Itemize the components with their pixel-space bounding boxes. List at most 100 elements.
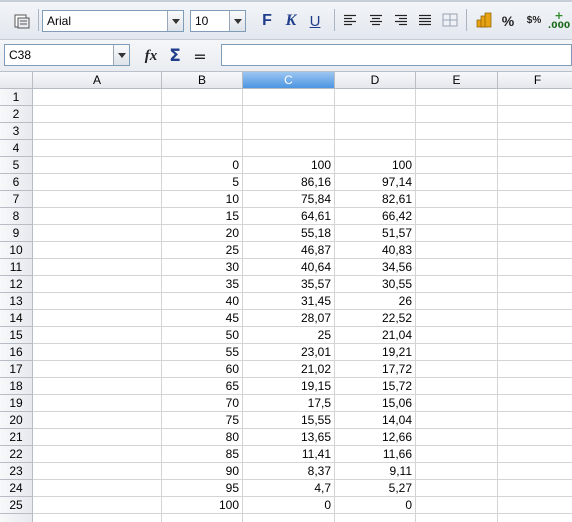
cell-c13[interactable]: 31,45 bbox=[243, 293, 335, 310]
cell-d10[interactable]: 40,83 bbox=[335, 242, 416, 259]
align-left-icon[interactable] bbox=[342, 12, 358, 28]
row-header-13[interactable]: 13 bbox=[0, 293, 33, 310]
cell-b22[interactable]: 85 bbox=[162, 446, 243, 463]
row-header-24[interactable]: 24 bbox=[0, 480, 33, 497]
cell-c23[interactable]: 8,37 bbox=[243, 463, 335, 480]
cell-a23[interactable] bbox=[33, 463, 162, 480]
font-name-dropdown-icon[interactable] bbox=[167, 11, 183, 31]
row-header-22[interactable]: 22 bbox=[0, 446, 33, 463]
cell-c5[interactable]: 100 bbox=[243, 157, 335, 174]
cell-d24[interactable]: 5,27 bbox=[335, 480, 416, 497]
select-all-corner[interactable] bbox=[0, 72, 33, 89]
bold-button[interactable]: F bbox=[258, 11, 276, 31]
column-header-d[interactable]: D bbox=[335, 72, 416, 89]
cell-b23[interactable]: 90 bbox=[162, 463, 243, 480]
cell-d3[interactable] bbox=[335, 123, 416, 140]
cell-f1[interactable] bbox=[498, 89, 572, 106]
cell-e7[interactable] bbox=[416, 191, 498, 208]
cell-c24[interactable]: 4,7 bbox=[243, 480, 335, 497]
cell-b15[interactable]: 50 bbox=[162, 327, 243, 344]
cell-a14[interactable] bbox=[33, 310, 162, 327]
cell-d13[interactable]: 26 bbox=[335, 293, 416, 310]
function-wizard-icon[interactable]: fx bbox=[140, 45, 162, 67]
cell-c10[interactable]: 46,87 bbox=[243, 242, 335, 259]
row-header-25[interactable]: 25 bbox=[0, 497, 33, 514]
cell-f23[interactable] bbox=[498, 463, 572, 480]
underline-button[interactable]: U bbox=[306, 11, 324, 31]
cell-e19[interactable] bbox=[416, 395, 498, 412]
cell-d8[interactable]: 66,42 bbox=[335, 208, 416, 225]
cell-f10[interactable] bbox=[498, 242, 572, 259]
cell-b8[interactable]: 15 bbox=[162, 208, 243, 225]
cell-b7[interactable]: 10 bbox=[162, 191, 243, 208]
cell-c9[interactable]: 55,18 bbox=[243, 225, 335, 242]
cell-d2[interactable] bbox=[335, 106, 416, 123]
cell-a19[interactable] bbox=[33, 395, 162, 412]
cell-e13[interactable] bbox=[416, 293, 498, 310]
row-header-4[interactable]: 4 bbox=[0, 140, 33, 157]
row-header-2[interactable]: 2 bbox=[0, 106, 33, 123]
cell-partial-row[interactable] bbox=[162, 514, 243, 522]
currency-format-icon[interactable] bbox=[474, 10, 494, 30]
row-header-20[interactable]: 20 bbox=[0, 412, 33, 429]
cell-a24[interactable] bbox=[33, 480, 162, 497]
cell-f9[interactable] bbox=[498, 225, 572, 242]
cell-d20[interactable]: 14,04 bbox=[335, 412, 416, 429]
row-header-10[interactable]: 10 bbox=[0, 242, 33, 259]
cell-b18[interactable]: 65 bbox=[162, 378, 243, 395]
formula-input[interactable] bbox=[221, 44, 572, 66]
cell-c25[interactable]: 0 bbox=[243, 497, 335, 514]
cell-c20[interactable]: 15,55 bbox=[243, 412, 335, 429]
cell-e5[interactable] bbox=[416, 157, 498, 174]
cell-d11[interactable]: 34,56 bbox=[335, 259, 416, 276]
row-header-11[interactable]: 11 bbox=[0, 259, 33, 276]
cell-c15[interactable]: 25 bbox=[243, 327, 335, 344]
cell-e6[interactable] bbox=[416, 174, 498, 191]
cell-a2[interactable] bbox=[33, 106, 162, 123]
cell-f25[interactable] bbox=[498, 497, 572, 514]
sum-icon[interactable]: Σ bbox=[165, 45, 185, 67]
cell-e24[interactable] bbox=[416, 480, 498, 497]
cell-e15[interactable] bbox=[416, 327, 498, 344]
cell-a5[interactable] bbox=[33, 157, 162, 174]
cell-b5[interactable]: 0 bbox=[162, 157, 243, 174]
cell-c17[interactable]: 21,02 bbox=[243, 361, 335, 378]
align-right-icon[interactable] bbox=[393, 12, 409, 28]
font-size-combo[interactable]: 10 bbox=[190, 10, 246, 32]
cell-a8[interactable] bbox=[33, 208, 162, 225]
cell-c1[interactable] bbox=[243, 89, 335, 106]
cell-partial-row[interactable] bbox=[243, 514, 335, 522]
justify-icon[interactable] bbox=[417, 12, 433, 28]
align-center-icon[interactable] bbox=[368, 12, 384, 28]
cell-partial-row[interactable] bbox=[416, 514, 498, 522]
cell-a18[interactable] bbox=[33, 378, 162, 395]
cell-e21[interactable] bbox=[416, 429, 498, 446]
cell-b21[interactable]: 80 bbox=[162, 429, 243, 446]
row-header-8[interactable]: 8 bbox=[0, 208, 33, 225]
cell-b10[interactable]: 25 bbox=[162, 242, 243, 259]
cell-b11[interactable]: 30 bbox=[162, 259, 243, 276]
row-header-6[interactable]: 6 bbox=[0, 174, 33, 191]
cell-d18[interactable]: 15,72 bbox=[335, 378, 416, 395]
column-header-e[interactable]: E bbox=[416, 72, 498, 89]
cell-f2[interactable] bbox=[498, 106, 572, 123]
cell-e20[interactable] bbox=[416, 412, 498, 429]
row-header-12[interactable]: 12 bbox=[0, 276, 33, 293]
cell-f18[interactable] bbox=[498, 378, 572, 395]
cell-e8[interactable] bbox=[416, 208, 498, 225]
cell-partial-row[interactable] bbox=[33, 514, 162, 522]
cell-e12[interactable] bbox=[416, 276, 498, 293]
cell-d16[interactable]: 19,21 bbox=[335, 344, 416, 361]
cell-c8[interactable]: 64,61 bbox=[243, 208, 335, 225]
cell-f4[interactable] bbox=[498, 140, 572, 157]
cell-d22[interactable]: 11,66 bbox=[335, 446, 416, 463]
cell-b25[interactable]: 100 bbox=[162, 497, 243, 514]
cell-a1[interactable] bbox=[33, 89, 162, 106]
percent-format-button[interactable]: % bbox=[499, 11, 517, 31]
row-header-7[interactable]: 7 bbox=[0, 191, 33, 208]
row-header-9[interactable]: 9 bbox=[0, 225, 33, 242]
cell-d25[interactable]: 0 bbox=[335, 497, 416, 514]
cell-b3[interactable] bbox=[162, 123, 243, 140]
cell-c22[interactable]: 11,41 bbox=[243, 446, 335, 463]
cell-e18[interactable] bbox=[416, 378, 498, 395]
